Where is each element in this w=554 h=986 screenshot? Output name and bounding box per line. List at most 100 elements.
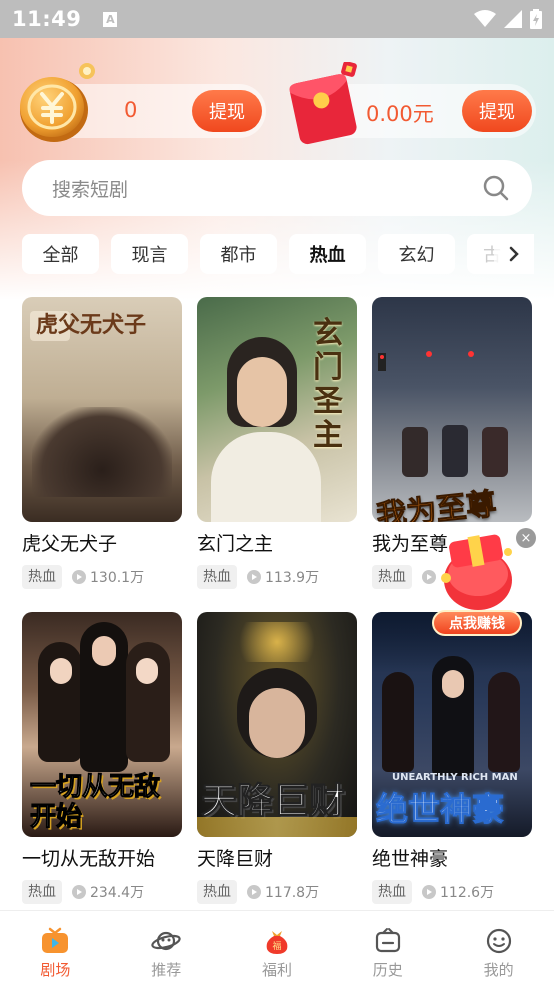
drama-title: 天降巨财 bbox=[197, 848, 274, 870]
genre-tag: 热血 bbox=[22, 880, 62, 904]
status-bar: 11:49 A bbox=[0, 0, 554, 38]
poster-figures bbox=[32, 407, 172, 497]
poster-light bbox=[426, 351, 432, 357]
poster-coins bbox=[197, 817, 357, 837]
play-count: 130.1万 bbox=[72, 567, 144, 587]
tab-fantasy[interactable]: 玄幻 bbox=[378, 234, 455, 274]
drama-meta: 热血 234.4万 bbox=[22, 880, 182, 904]
genre-tag: 热血 bbox=[22, 565, 62, 589]
play-count-value: 113.9万 bbox=[265, 570, 320, 586]
genre-tag: 热血 bbox=[372, 565, 412, 589]
poster-rider bbox=[442, 425, 468, 477]
poster-title-text: 我为至尊 bbox=[374, 486, 498, 522]
nav-label: 剧场 bbox=[40, 961, 71, 979]
red-packet-icon bbox=[289, 62, 357, 145]
poster-face bbox=[92, 636, 116, 666]
play-count-value: 234.4万 bbox=[90, 885, 145, 901]
battery-icon bbox=[530, 9, 542, 29]
coin-withdraw-button[interactable]: 提现 bbox=[192, 90, 262, 132]
tabs-scroll-right[interactable] bbox=[494, 234, 534, 274]
chevron-right-icon bbox=[509, 246, 519, 262]
nav-recommend[interactable]: 推荐 bbox=[111, 911, 222, 986]
poster-gold-burst bbox=[227, 622, 327, 662]
tab-all[interactable]: 全部 bbox=[22, 234, 99, 274]
poster-light bbox=[468, 351, 474, 357]
play-count: 117.8万 bbox=[247, 882, 319, 902]
cash-balance: 0.00元 bbox=[366, 102, 434, 126]
history-icon bbox=[375, 928, 400, 953]
drama-title: 虎父无犬子 bbox=[22, 533, 118, 555]
drama-card[interactable]: 虎父无犬子 虎父无犬子 热血 130.1万 bbox=[22, 297, 182, 589]
tv-icon bbox=[42, 927, 69, 953]
poster-figure-face bbox=[237, 357, 287, 427]
poster-face bbox=[50, 658, 72, 684]
nav-profile[interactable]: 我的 bbox=[443, 911, 554, 986]
drama-poster[interactable]: UNEARTHLY RICH MAN 绝世神豪 bbox=[372, 612, 532, 837]
money-bag-badge: 福 bbox=[272, 940, 281, 952]
drama-card[interactable]: 一切从无敌开始 一切从无敌开始 热血 234.4万 bbox=[22, 612, 182, 904]
drama-poster[interactable]: 虎父无犬子 bbox=[22, 297, 182, 522]
drama-poster[interactable]: 一切从无敌开始 bbox=[22, 612, 182, 837]
nav-label: 推荐 bbox=[151, 961, 182, 979]
drama-poster[interactable]: 玄门圣主 bbox=[197, 297, 357, 522]
status-time: 11:49 bbox=[12, 7, 82, 31]
play-count-value: 112.6万 bbox=[440, 885, 495, 901]
money-bag-icon: 福 bbox=[266, 931, 288, 954]
drama-poster[interactable]: 我为至尊 bbox=[372, 297, 532, 522]
play-count-value: 117.8万 bbox=[265, 885, 320, 901]
poster-figure-robe bbox=[211, 432, 321, 522]
nav-label: 我的 bbox=[483, 961, 514, 979]
drama-title: 一切从无敌开始 bbox=[22, 848, 156, 870]
play-icon bbox=[422, 885, 436, 899]
drama-meta: 热血 130.1万 bbox=[22, 565, 182, 589]
drama-card[interactable]: 玄门圣主 玄门之主 热血 113.9万 bbox=[197, 297, 357, 589]
search-bar[interactable]: 搜索短剧 bbox=[22, 160, 532, 216]
poster-light bbox=[380, 355, 384, 359]
nav-welfare[interactable]: 福 福利 bbox=[222, 911, 333, 986]
category-tabs: 全部 现言 都市 热血 玄幻 古 bbox=[22, 234, 532, 274]
wallet-row: 0 提现 0.00元 提现 bbox=[18, 62, 538, 150]
status-indicators bbox=[474, 9, 542, 29]
drama-meta: 热血 117.8万 bbox=[197, 880, 357, 904]
nav-theater[interactable]: 剧场 bbox=[0, 911, 111, 986]
drama-poster[interactable]: 天降巨财 bbox=[197, 612, 357, 837]
wifi-icon bbox=[474, 10, 496, 27]
tab-urban[interactable]: 都市 bbox=[200, 234, 277, 274]
drama-meta: 热血 113.9万 bbox=[197, 565, 357, 589]
promo-label[interactable]: 点我赚钱 bbox=[432, 610, 522, 636]
play-count: 234.4万 bbox=[72, 882, 144, 902]
earn-money-promo[interactable]: × 点我赚钱 bbox=[426, 528, 536, 638]
smiley-icon bbox=[486, 928, 511, 954]
poster-rider bbox=[482, 427, 508, 477]
poster-face bbox=[136, 658, 158, 684]
signal-icon bbox=[504, 10, 522, 28]
nav-label: 福利 bbox=[261, 961, 292, 979]
tab-romance[interactable]: 现言 bbox=[111, 234, 188, 274]
nav-history[interactable]: 历史 bbox=[332, 911, 443, 986]
genre-tag: 热血 bbox=[372, 880, 412, 904]
drama-card[interactable]: 天降巨财 天降巨财 热血 117.8万 bbox=[197, 612, 357, 904]
search-icon[interactable] bbox=[482, 174, 510, 202]
tab-action[interactable]: 热血 bbox=[289, 234, 366, 274]
drama-meta: 热血 112.6万 bbox=[372, 880, 532, 904]
bottom-nav: 剧场 推荐 福 福利 历史 我的 bbox=[0, 910, 554, 986]
poster-subtitle-text: UNEARTHLY RICH MAN bbox=[392, 772, 518, 783]
poster-title-text: 玄门圣主 bbox=[313, 316, 343, 453]
coin-balance: 0 bbox=[124, 98, 138, 122]
poster-face bbox=[442, 670, 464, 698]
poster-rider bbox=[402, 427, 428, 477]
promo-close-button[interactable]: × bbox=[516, 528, 536, 548]
drama-card[interactable]: UNEARTHLY RICH MAN 绝世神豪 绝世神豪 热血 112.6万 bbox=[372, 612, 532, 904]
cash-withdraw-button[interactable]: 提现 bbox=[462, 90, 532, 132]
notification-icon: A bbox=[103, 11, 118, 27]
nav-label: 历史 bbox=[372, 961, 403, 979]
play-count-value: 130.1万 bbox=[90, 570, 145, 586]
drama-title: 绝世神豪 bbox=[372, 848, 449, 870]
poster-figure-face bbox=[249, 688, 305, 758]
gold-coin-icon bbox=[20, 77, 88, 142]
poster-figure bbox=[382, 672, 414, 772]
search-input[interactable]: 搜索短剧 bbox=[52, 175, 128, 202]
play-count: 112.6万 bbox=[422, 882, 494, 902]
genre-tag: 热血 bbox=[197, 565, 237, 589]
genre-tag: 热血 bbox=[197, 880, 237, 904]
